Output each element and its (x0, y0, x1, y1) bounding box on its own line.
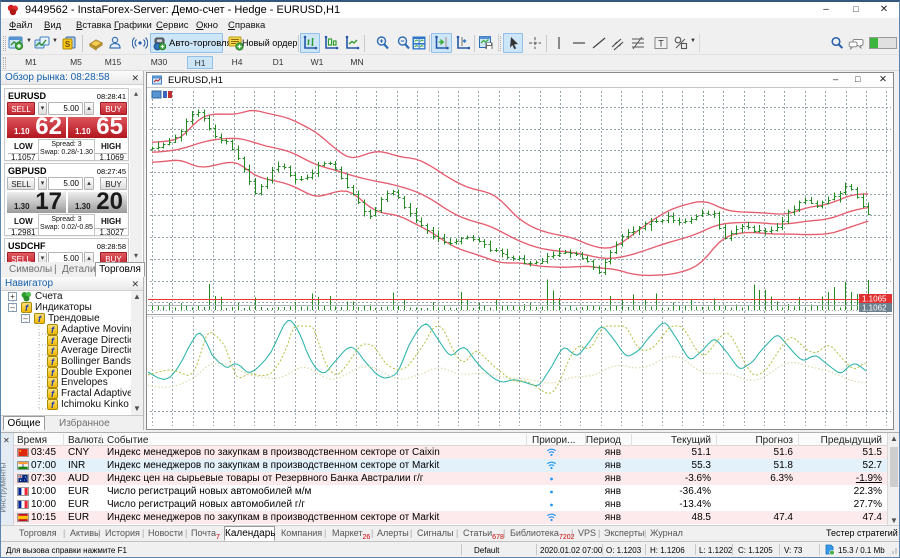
svg-text:S: S (65, 40, 71, 49)
svg-text:T: T (658, 39, 664, 49)
svg-text:1.1062: 1.1062 (862, 304, 887, 313)
svg-text:1.1065: 1.1065 (862, 295, 887, 304)
